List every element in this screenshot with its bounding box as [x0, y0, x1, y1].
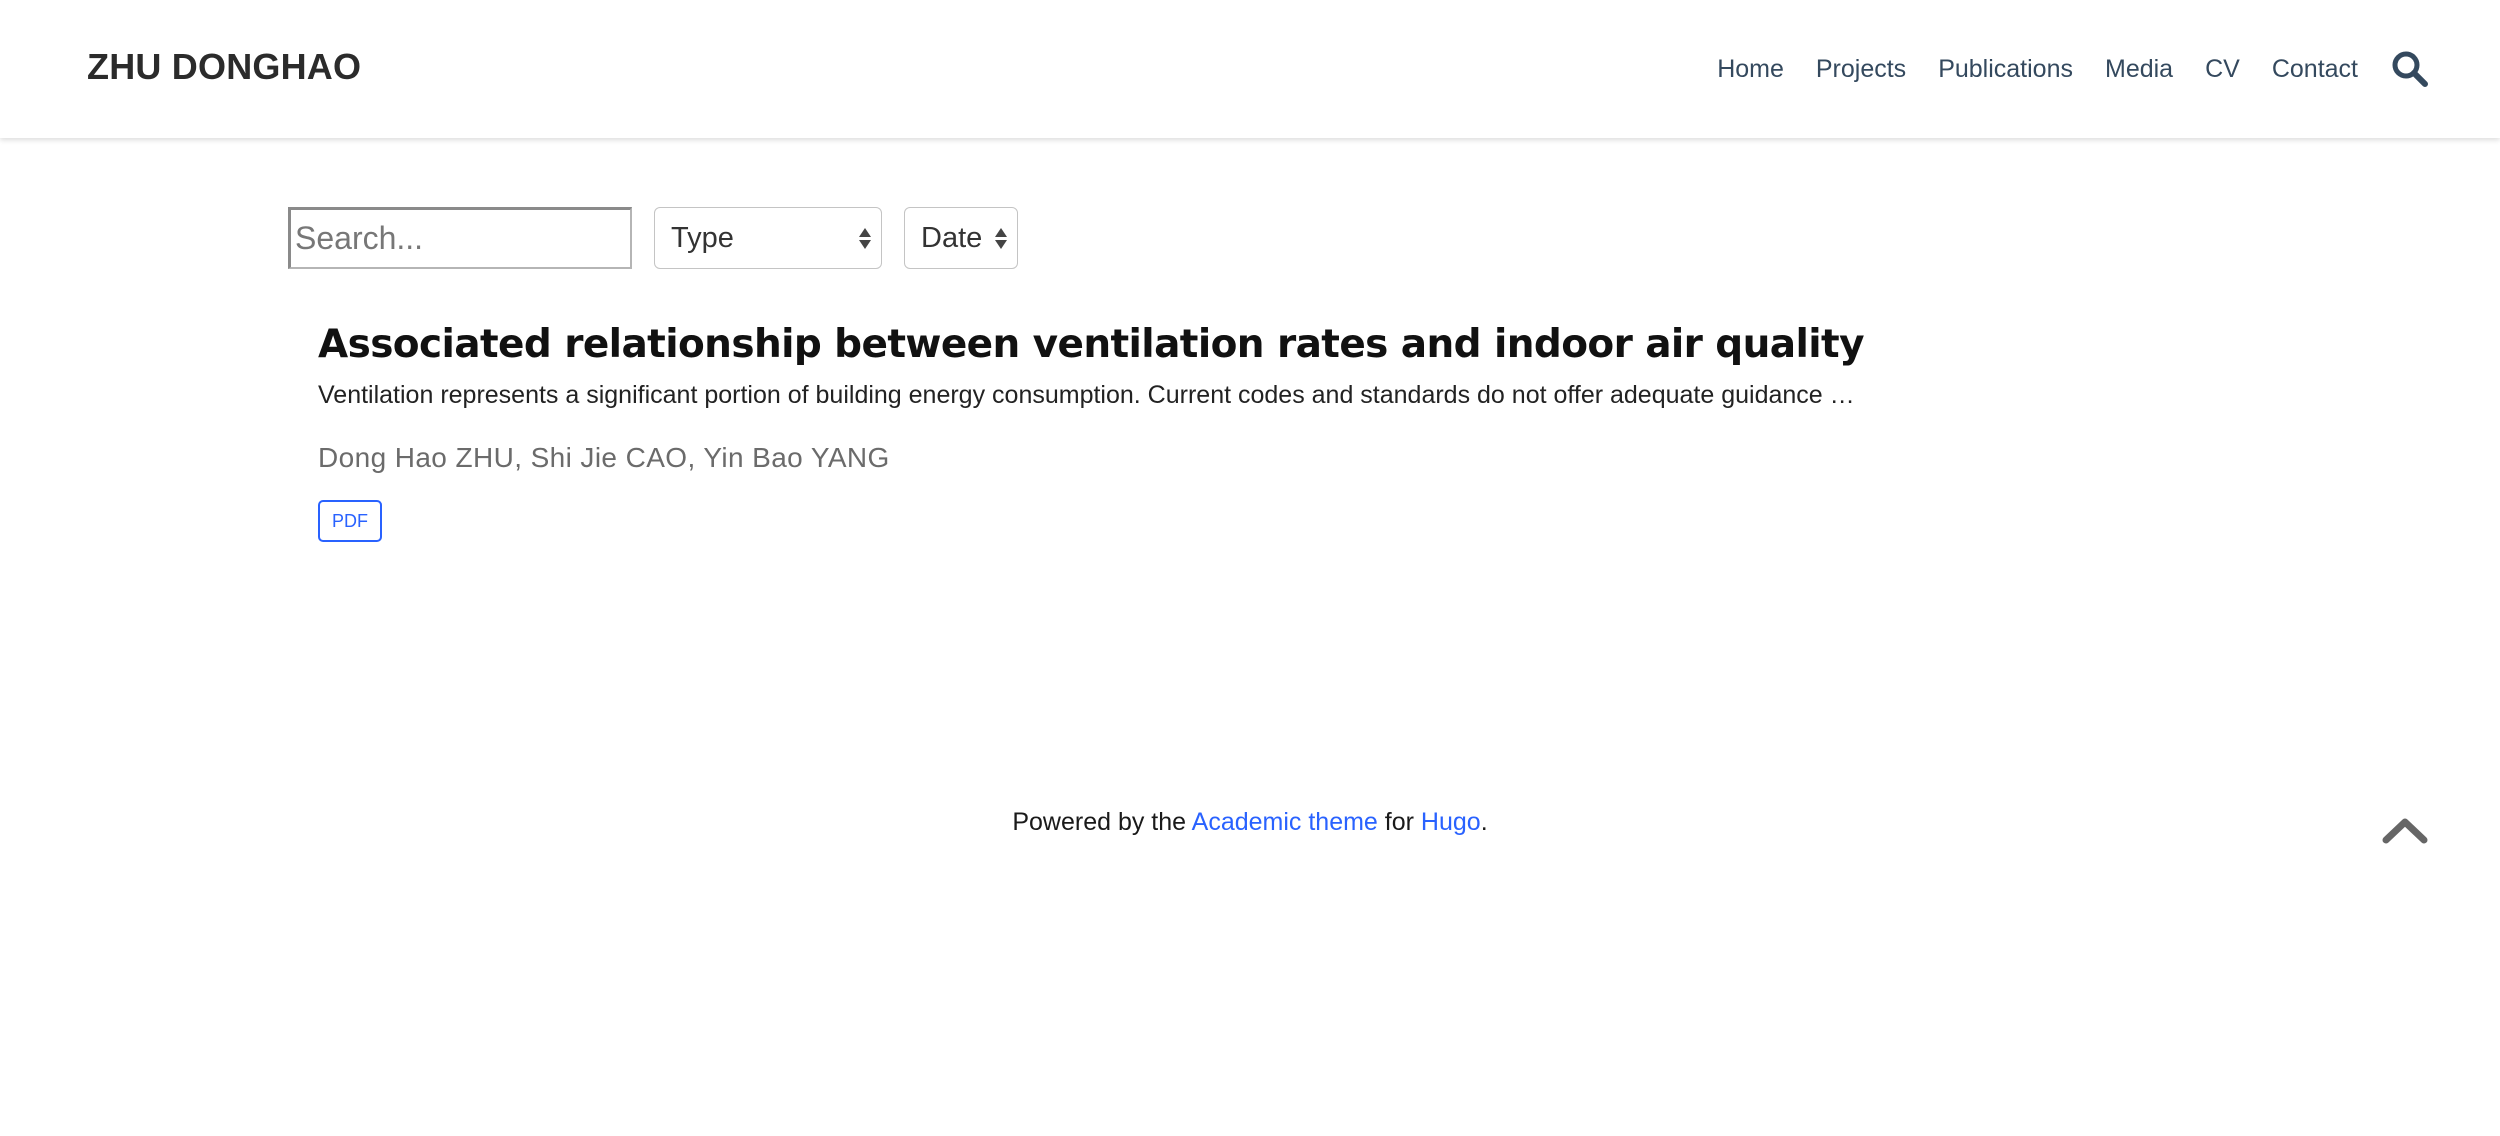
footer-suffix: . — [1480, 808, 1488, 836]
search-input[interactable] — [288, 207, 632, 269]
site-brand[interactable]: ZHU DONGHAO — [87, 46, 361, 88]
type-select-value: Type — [671, 221, 734, 254]
nav-item-media[interactable]: Media — [2105, 55, 2173, 84]
chevron-up-icon[interactable] — [2382, 815, 2428, 845]
nav-item-home[interactable]: Home — [1717, 55, 1784, 84]
search-icon-graphic — [2392, 51, 2428, 87]
select-arrows-icon — [859, 227, 871, 249]
publication-authors: Dong Hao ZHU, Shi Jie CAO, Yin Bao YANG — [318, 442, 890, 473]
nav-item-contact[interactable]: Contact — [2272, 55, 2358, 84]
nav-item-publications[interactable]: Publications — [1938, 55, 2073, 84]
publication-summary: Ventilation represents a significant por… — [318, 381, 1855, 409]
select-arrows-icon — [995, 227, 1007, 249]
footer-prefix: Powered by the — [1012, 808, 1192, 836]
footer: Powered by the Academic theme for Hugo. — [0, 808, 2500, 837]
publication-title[interactable]: Associated relationship between ventilat… — [318, 318, 2218, 372]
footer-middle: for — [1377, 808, 1421, 836]
main-nav: Home Projects Publications Media CV Cont… — [1717, 0, 2500, 138]
nav-item-cv[interactable]: CV — [2205, 55, 2240, 84]
nav-item-projects[interactable]: Projects — [1816, 55, 1906, 84]
navbar: ZHU DONGHAO Home Projects Publications M… — [0, 0, 2500, 138]
back-to-top-graphic — [2382, 818, 2428, 844]
date-select[interactable]: Date — [904, 207, 1018, 269]
hugo-link[interactable]: Hugo — [1421, 808, 1481, 836]
date-select-value: Date — [921, 221, 983, 254]
pdf-button[interactable]: PDF — [318, 500, 382, 542]
type-select[interactable]: Type — [654, 207, 882, 269]
search-icon[interactable] — [2390, 49, 2430, 89]
publication-item: Associated relationship between ventilat… — [318, 318, 2218, 542]
publication-filters: Type Date — [288, 207, 1018, 269]
academic-theme-link[interactable]: Academic theme — [1192, 808, 1378, 836]
